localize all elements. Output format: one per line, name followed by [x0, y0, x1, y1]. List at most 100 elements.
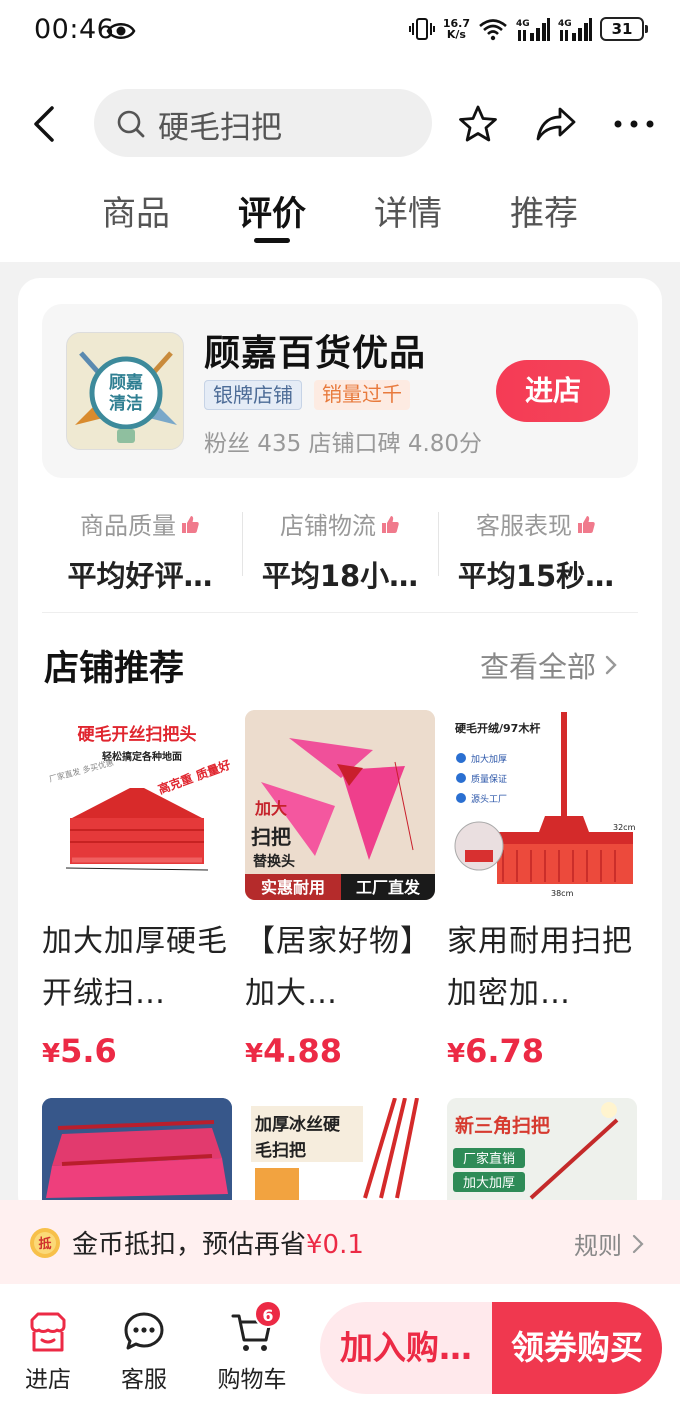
shop-logo-art: 顾嘉 清洁: [67, 333, 183, 449]
enter-shop-button[interactable]: 进店: [496, 360, 610, 422]
purchase-actions: 加入购… 领券购买: [320, 1302, 662, 1394]
shop-stats: 粉丝 435 店铺口碑 4.80分: [204, 431, 483, 457]
img-label-1: 厂家直销: [463, 1151, 515, 1167]
product-card[interactable]: 硬毛开绒/97木杆 加大加厚 质量保证 源头工厂 32cm 38cm 家用耐用扫…: [447, 710, 637, 1070]
coin-text-main: 金币抵扣，预估再省: [72, 1230, 307, 1260]
shop-logo: 顾嘉 清洁: [66, 332, 184, 450]
broom-head-image: 硬毛开丝扫把头 轻松搞定各种地面 厂家直发 多买优惠 高克重 质量好: [48, 724, 232, 871]
coin-deduction-bar[interactable]: 抵 金币抵扣，预估再省¥0.1 规则: [0, 1200, 680, 1284]
rating-logistics: 店铺物流 平均18小…: [242, 498, 438, 598]
signal-icon-2: 4G: [558, 18, 592, 41]
rating-logistics-value: 平均18小…: [261, 559, 419, 593]
status-time: 00:46: [34, 14, 115, 45]
back-arrow-icon[interactable]: [28, 104, 62, 144]
img-label-2: 加大加厚: [463, 1176, 515, 1191]
img-label-1: 加大加厚: [471, 753, 507, 765]
logo-text-2: 清洁: [109, 393, 143, 414]
shop-card: 顾嘉 清洁 顾嘉百货优品 银牌店铺 销量过千 粉丝 435 店铺口碑 4.80分…: [18, 278, 662, 1288]
currency-symbol: ¥: [447, 1039, 466, 1069]
product-title: 加大加厚硬毛开绒扫…: [42, 924, 228, 1011]
price-value: 5.6: [60, 1032, 117, 1070]
search-bar[interactable]: 硬毛扫把: [94, 89, 432, 157]
more-options-icon[interactable]: [612, 112, 656, 136]
tab-recommend[interactable]: 推荐: [476, 186, 612, 246]
chevron-right-icon: [632, 1234, 644, 1253]
price-value: 6.78: [465, 1032, 545, 1070]
img-text-2: 扫把: [251, 825, 291, 849]
img-text-3: 替换头: [253, 853, 295, 870]
search-icon: [117, 110, 145, 138]
vibrate-icon: [408, 18, 435, 40]
product-price: ¥4.88: [245, 1032, 435, 1070]
rating-service-value: 平均15秒…: [457, 559, 615, 593]
status-icons: 16.7 K/s 4G 4G 31: [408, 17, 648, 41]
product-image: 硬毛开丝扫把头 轻松搞定各种地面 厂家直发 多买优惠 高克重 质量好: [42, 710, 232, 900]
divider: [42, 612, 638, 613]
img-title: 硬毛开绒/97木杆: [455, 721, 540, 735]
view-all-label: 查看全部: [480, 650, 597, 684]
thumbs-up-icon: [182, 515, 199, 533]
shopping-cart[interactable]: 6 购物车: [210, 1300, 294, 1394]
long-broom-image: 硬毛开绒/97木杆 加大加厚 质量保证 源头工厂 32cm 38cm: [454, 712, 636, 898]
tab-details[interactable]: 详情: [340, 186, 476, 246]
wifi-icon: [479, 19, 507, 41]
coin-icon-text: 抵: [38, 1236, 51, 1252]
chevron-right-icon: [605, 655, 617, 675]
view-all-link[interactable]: 查看全部: [480, 644, 618, 686]
price-value: 4.88: [263, 1032, 343, 1070]
product-price: ¥5.6: [42, 1032, 232, 1070]
detail-tabs: 商品 评价 详情 推荐: [68, 186, 612, 246]
net-speed-unit: K/s: [446, 28, 466, 41]
rating-quality-value: 平均好评…: [67, 559, 213, 593]
coin-text-amount: ¥0.1: [306, 1230, 364, 1260]
sales-badge: 销量过千: [314, 380, 410, 410]
product-image: 硬毛开绒/97木杆 加大加厚 质量保证 源头工厂 32cm 38cm: [447, 710, 637, 900]
tab-reviews[interactable]: 评价: [204, 186, 340, 246]
product-title: 家用耐用扫把加密加…: [447, 924, 633, 1011]
shop-info[interactable]: 顾嘉 清洁 顾嘉百货优品 银牌店铺 销量过千 粉丝 435 店铺口碑 4.80分…: [42, 304, 638, 478]
thumbs-up-icon: [382, 515, 399, 533]
img-banner-2: 工厂直发: [356, 878, 421, 897]
coin-text: 金币抵扣，预估再省¥0.1: [72, 1224, 364, 1261]
rule-label: 规则: [574, 1232, 622, 1260]
bottom-action-bar: 进店 客服 6 购物车 加入购… 领券购买: [0, 1284, 680, 1413]
rating-logistics-label: 店铺物流: [280, 512, 376, 540]
svg-text:4G: 4G: [558, 19, 572, 29]
chat-bubble-icon: [124, 1312, 164, 1350]
img-sub: 轻松搞定各种地面: [102, 750, 182, 763]
rule-link[interactable]: 规则: [574, 1226, 644, 1261]
net-speed: 16.7 K/s: [443, 18, 470, 40]
status-bar: 00:46 16.7 K/s 4G 4G 31: [0, 0, 680, 64]
shop-ratings: 商品质量 平均好评… 店铺物流 平均18小… 客服表现 平均15秒…: [18, 498, 662, 598]
thumbs-up-icon: [578, 515, 595, 533]
triangle-broom-image: 加大 扫把 替换头 实惠耐用 工厂直发: [245, 710, 435, 900]
coupon-buy-button[interactable]: 领券购买: [492, 1302, 662, 1394]
share-icon[interactable]: [534, 104, 578, 144]
tab-goods[interactable]: 商品: [68, 186, 204, 246]
cart-count-badge: 6: [254, 1300, 282, 1328]
currency-symbol: ¥: [42, 1039, 61, 1069]
store-entry[interactable]: 进店: [8, 1310, 88, 1394]
product-image: 加大 扫把 替换头 实惠耐用 工厂直发: [245, 710, 435, 900]
add-to-cart-button[interactable]: 加入购…: [320, 1302, 492, 1394]
product-price: ¥6.78: [447, 1032, 637, 1070]
img-width: 38cm: [551, 889, 574, 898]
img-label-3: 源头工厂: [471, 794, 507, 805]
rating-quality: 商品质量 平均好评…: [42, 498, 238, 598]
img-text-1: 加大: [254, 799, 287, 818]
store-label: 进店: [25, 1367, 71, 1393]
img-title: 新三角扫把: [455, 1114, 550, 1137]
favorite-star-icon[interactable]: [458, 104, 498, 144]
nav-bar: 硬毛扫把: [0, 88, 680, 158]
shop-name: 顾嘉百货优品: [204, 333, 427, 374]
search-query: 硬毛扫把: [158, 110, 282, 146]
product-card[interactable]: 加大 扫把 替换头 实惠耐用 工厂直发 【居家好物】加大… ¥4.88: [245, 710, 435, 1070]
rating-quality-label: 商品质量: [80, 512, 176, 540]
svg-text:4G: 4G: [516, 19, 530, 29]
img-title-line-2: 毛扫把: [255, 1140, 306, 1161]
img-banner-1: 实惠耐用: [261, 878, 325, 897]
silver-shop-badge: 银牌店铺: [204, 380, 302, 410]
product-card[interactable]: 硬毛开丝扫把头 轻松搞定各种地面 厂家直发 多买优惠 高克重 质量好 加大加厚硬…: [42, 710, 232, 1070]
img-height: 32cm: [613, 823, 636, 832]
customer-service[interactable]: 客服: [104, 1310, 184, 1394]
